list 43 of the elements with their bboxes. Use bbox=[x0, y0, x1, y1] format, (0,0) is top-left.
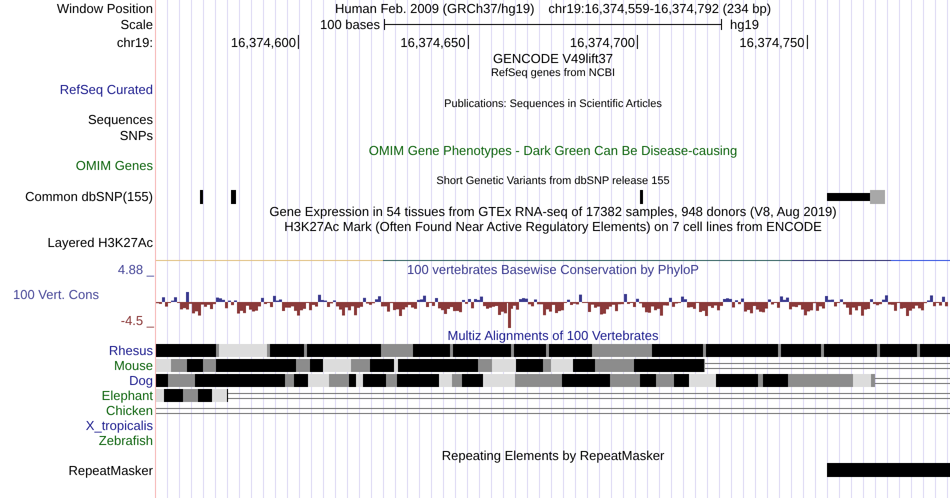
track-title: Short Genetic Variants from dbSNP release 155 bbox=[436, 176, 670, 187]
row-label[interactable]: Window Position bbox=[56, 2, 153, 14]
row-label[interactable]: Scale bbox=[120, 18, 153, 31]
species-label[interactable]: Mouse bbox=[114, 358, 153, 372]
axis-tick-label: 16,374,700 bbox=[570, 35, 638, 49]
row-label[interactable]: chr19: bbox=[116, 36, 153, 48]
species-label[interactable]: Dog bbox=[129, 374, 153, 387]
snp-mark[interactable] bbox=[640, 190, 643, 204]
snp-mark[interactable] bbox=[200, 190, 203, 204]
species-label[interactable]: Elephant bbox=[102, 388, 153, 402]
axis-max-label: 4.88 _ bbox=[118, 262, 154, 276]
axis-tick-label: 16,374,650 bbox=[400, 35, 468, 49]
track-title: Repeating Elements by RepeatMasker bbox=[442, 448, 664, 462]
repeat-block[interactable] bbox=[827, 462, 950, 477]
species-label[interactable]: Zebrafish bbox=[98, 434, 153, 447]
track-title: Multiz Alignments of 100 Vertebrates bbox=[447, 329, 658, 342]
track-title: OMIM Gene Phenotypes - Dark Green Can Be Disease-causing bbox=[368, 144, 738, 157]
track-label[interactable]: RefSeq Curated bbox=[60, 82, 153, 96]
species-label[interactable]: Chicken bbox=[106, 404, 153, 417]
track-label[interactable]: RepeatMasker bbox=[68, 464, 153, 477]
track-title: GENCODE V49lift37 bbox=[493, 52, 613, 66]
species-label[interactable]: Rhesus bbox=[108, 344, 153, 357]
track-label[interactable]: 100 Vert. Cons bbox=[13, 288, 99, 301]
position-text: chr19:16,374,559-16,374,792 (234 bp) bbox=[548, 2, 772, 14]
scale-text: 100 bases bbox=[320, 18, 381, 31]
assembly-text: Human Feb. 2009 (GRCh37/hg19) bbox=[334, 2, 534, 14]
track-title: 100 vertebrates Basewise Conservation by PhyloP bbox=[407, 262, 699, 276]
track-title: RefSeq genes from NCBI bbox=[490, 68, 616, 80]
track-label[interactable]: Layered H3K27Ac bbox=[47, 236, 153, 249]
axis-min-label: -4.5 _ bbox=[120, 314, 154, 327]
assembly-db-text: hg19 bbox=[729, 18, 759, 31]
snp-block[interactable] bbox=[827, 192, 885, 201]
axis-tick-label: 16,374,600 bbox=[230, 35, 299, 49]
track-title: H3K27Ac Mark (Often Found Near Active Regulatory Elements) on 7 cell lines from ENCODE bbox=[284, 220, 822, 234]
track-label[interactable]: OMIM Genes bbox=[76, 159, 153, 172]
track-label[interactable]: SNPs bbox=[120, 128, 153, 142]
track-label[interactable]: Sequences bbox=[88, 113, 153, 126]
track-label[interactable]: Common dbSNP(155) bbox=[25, 190, 153, 203]
snp-mark[interactable] bbox=[231, 190, 236, 204]
species-label[interactable]: X_tropicalis bbox=[86, 418, 153, 432]
track-title: Gene Expression in 54 tissues from GTEx RNA-seq of 17382 samples, 948 donors (V8, Aug 2019) bbox=[269, 205, 837, 218]
axis-tick-label: 16,374,750 bbox=[739, 35, 808, 49]
track-title: Publications: Sequences in Scientific Articles bbox=[444, 99, 662, 110]
